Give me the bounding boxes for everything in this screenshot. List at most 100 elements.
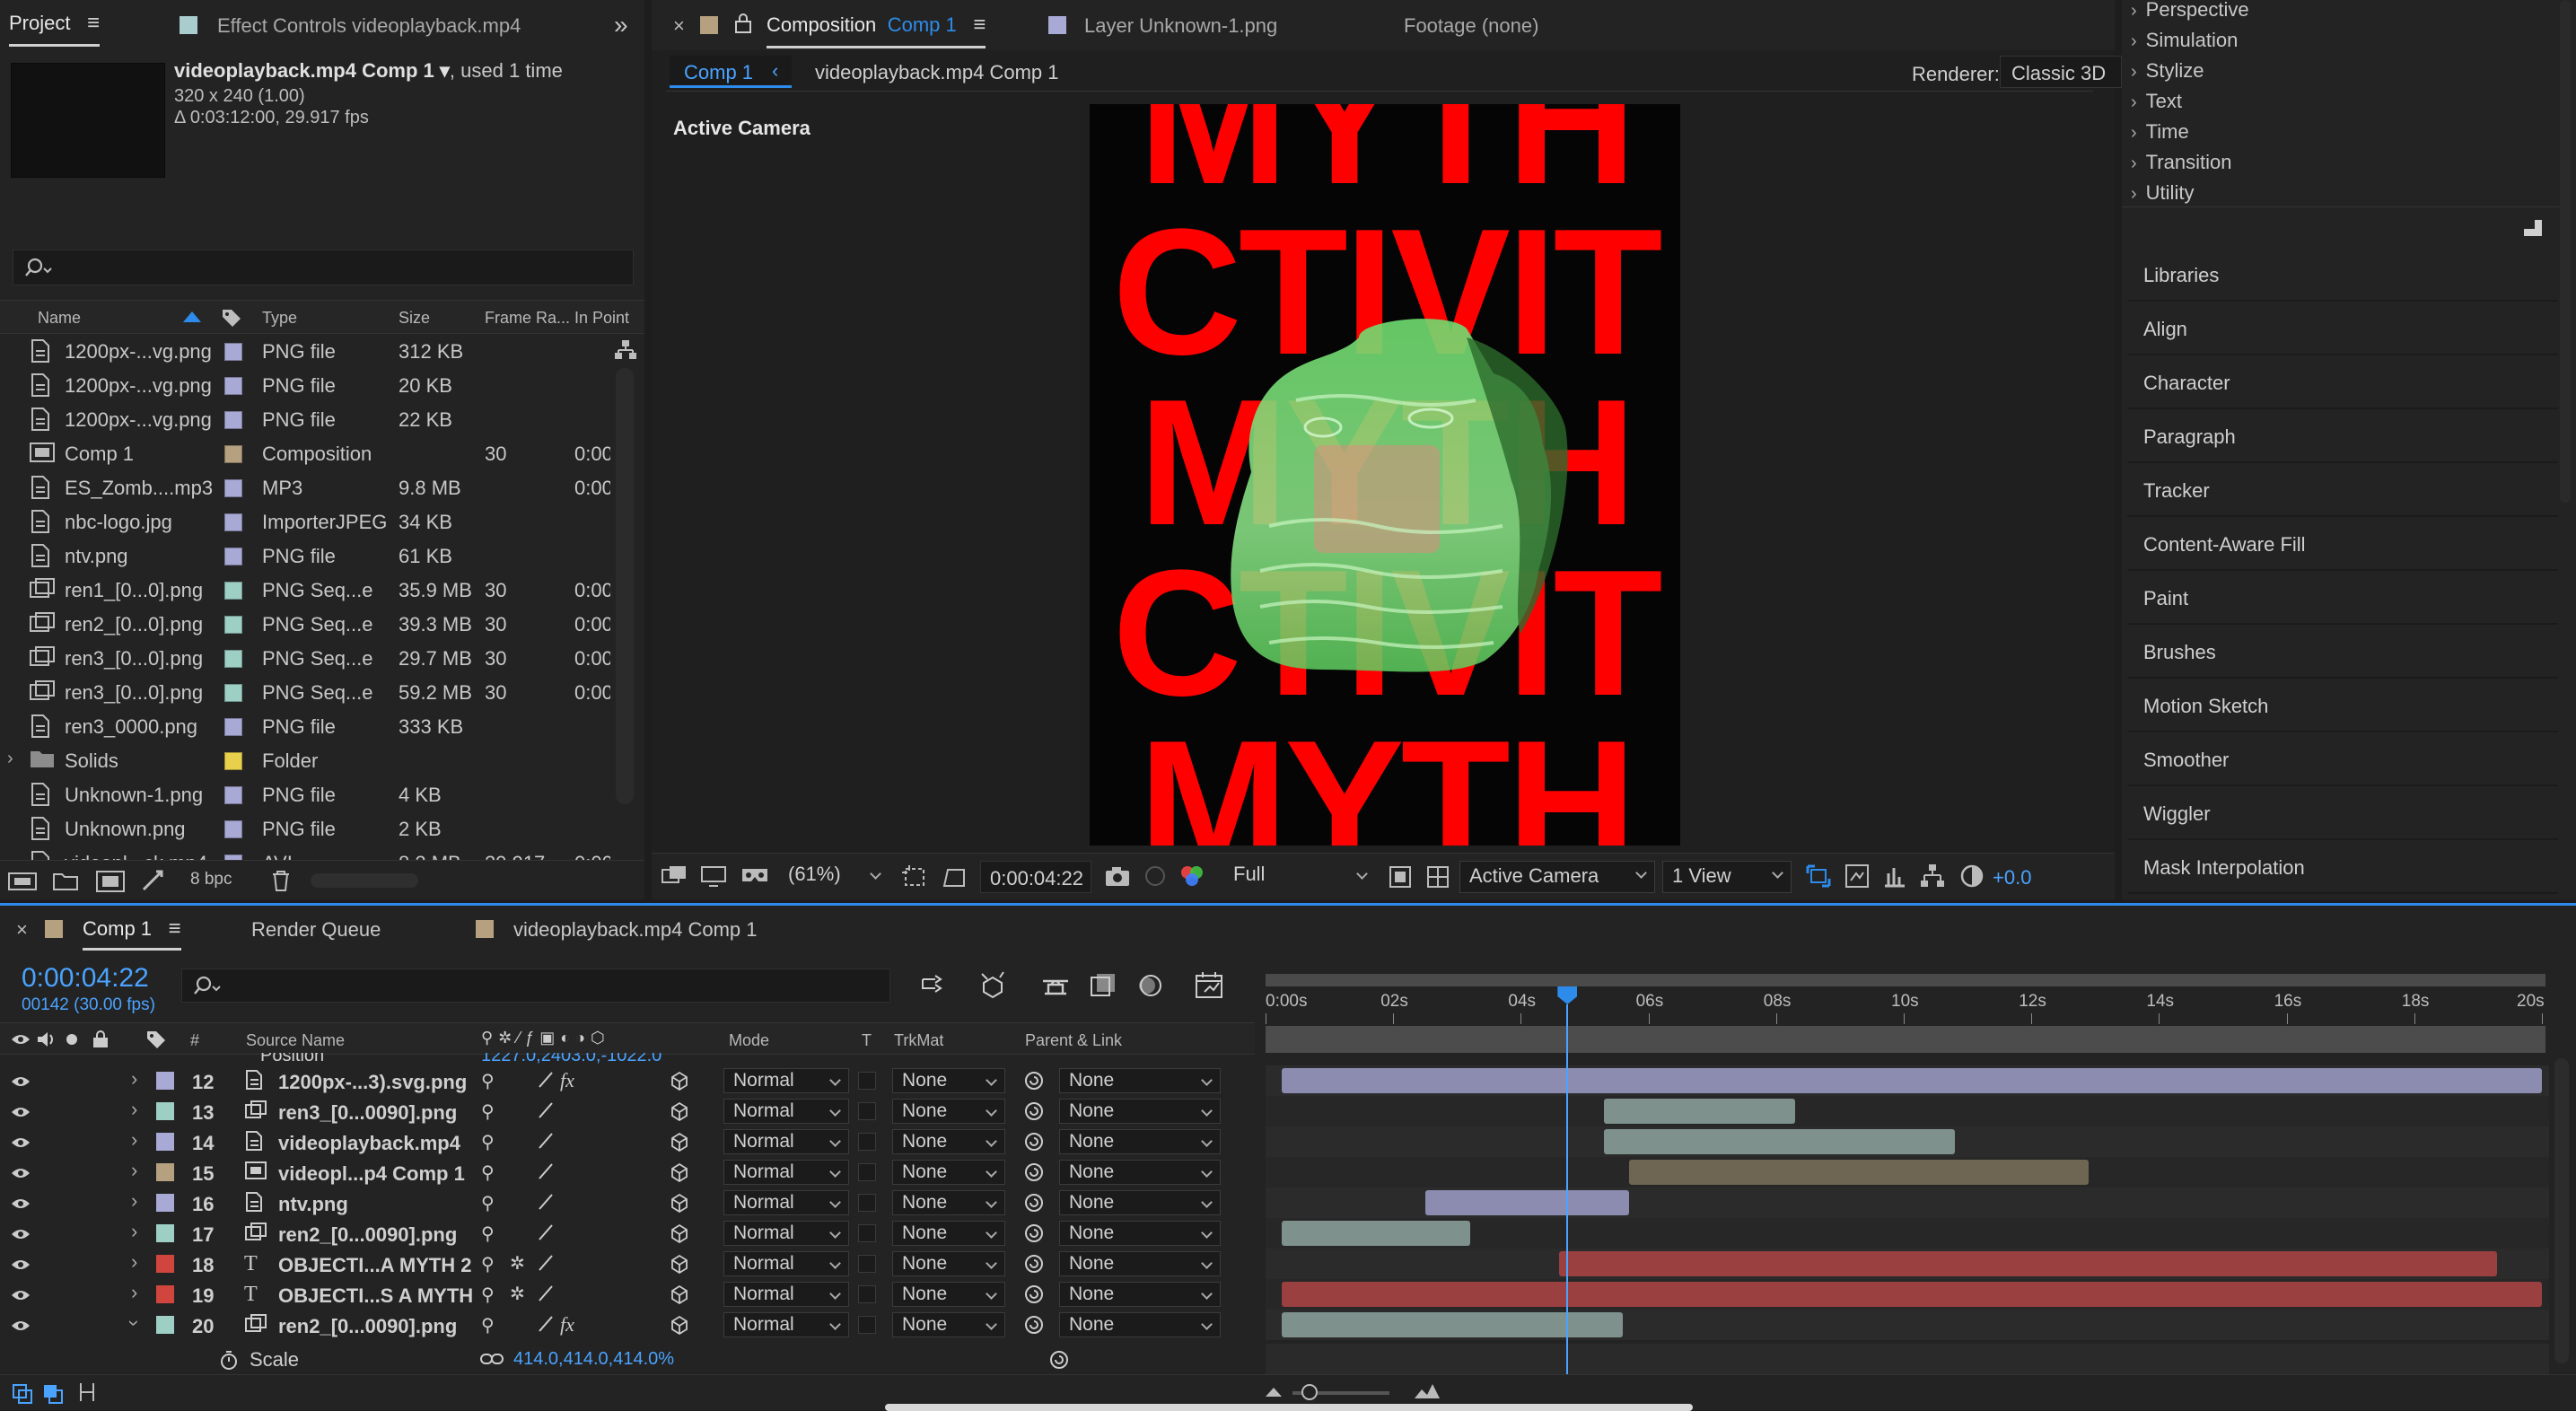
panel-tracker[interactable]: Tracker bbox=[2127, 467, 2558, 517]
timeline-current-time[interactable]: 0:00:04:22 bbox=[22, 963, 149, 994]
renderer-button[interactable]: Classic 3D bbox=[2000, 56, 2122, 88]
panel-libraries[interactable]: Libraries bbox=[2127, 251, 2558, 302]
label-swatch[interactable] bbox=[224, 445, 242, 463]
timeline-horizontal-scrollbar[interactable] bbox=[885, 1404, 1693, 1411]
label-swatch[interactable] bbox=[224, 650, 242, 668]
tab-menu-icon[interactable]: ≡ bbox=[169, 916, 181, 941]
close-icon[interactable]: × bbox=[673, 14, 685, 38]
track-area[interactable] bbox=[0, 1065, 2576, 1371]
timeline-tab-comp-2[interactable]: videoplayback.mp4 Comp 1 bbox=[513, 918, 757, 942]
position-property-value[interactable]: 1227.0,2403.0,-1022.0 bbox=[481, 1053, 662, 1065]
project-scrollbar[interactable] bbox=[616, 368, 634, 804]
effects-category[interactable]: › Time bbox=[2131, 120, 2189, 149]
zoom-dropdown[interactable]: (61%) bbox=[781, 863, 889, 891]
fast-previews-icon[interactable] bbox=[1388, 864, 1413, 890]
project-item[interactable]: ren3_[0...0].png PNG Seq...e 29.7 MB 30 0:00 bbox=[0, 641, 610, 675]
project-item[interactable]: ren2_[0...0].png PNG Seq...e 39.3 MB 30 0:00 bbox=[0, 607, 610, 641]
layer-duration-bar[interactable] bbox=[1559, 1251, 2498, 1276]
project-item[interactable]: ren1_[0...0].png PNG Seq...e 35.9 MB 30 0:00 bbox=[0, 573, 610, 607]
transparency-grid-icon[interactable] bbox=[941, 864, 968, 890]
in-out-toggle-icon[interactable] bbox=[75, 1380, 99, 1404]
label-swatch[interactable] bbox=[224, 820, 242, 838]
project-item[interactable]: Unknown-1.png PNG file 4 KB bbox=[0, 777, 610, 811]
tab-menu-icon[interactable]: ≡ bbox=[973, 13, 986, 37]
camera-view-dropdown[interactable]: Active Camera bbox=[1459, 861, 1655, 893]
effects-category[interactable]: › Simulation bbox=[2131, 29, 2238, 57]
panel-smoother[interactable]: Smoother bbox=[2127, 736, 2558, 786]
draft-3d-icon[interactable] bbox=[978, 970, 1011, 999]
snapshot-camera-icon[interactable] bbox=[1104, 864, 1131, 888]
new-composition-icon[interactable] bbox=[95, 868, 126, 893]
adjust-project-settings-icon[interactable] bbox=[140, 868, 167, 893]
composition-viewer[interactable]: MYTHCTIVITMYTHCTIVITMYTH bbox=[1090, 104, 1680, 846]
chevron-right-icon[interactable]: » bbox=[614, 11, 628, 39]
project-item[interactable]: nbc-logo.jpg ImporterJPEG 34 KB bbox=[0, 504, 610, 539]
breadcrumb-next[interactable]: videoplayback.mp4 Comp 1 bbox=[815, 61, 1058, 84]
label-swatch[interactable] bbox=[224, 786, 242, 804]
tab-menu-icon[interactable]: ≡ bbox=[87, 11, 100, 35]
transfer-controls-toggle-icon[interactable] bbox=[41, 1382, 65, 1404]
label-swatch[interactable] bbox=[224, 479, 242, 497]
toggle-transparency-grid-icon[interactable] bbox=[1425, 864, 1450, 890]
lock-icon[interactable] bbox=[92, 1030, 110, 1049]
always-preview-icon[interactable] bbox=[661, 864, 688, 888]
region-of-interest-icon[interactable] bbox=[901, 864, 928, 890]
extended-viewer-icon[interactable] bbox=[1881, 863, 1908, 890]
project-search-input[interactable] bbox=[13, 250, 634, 285]
exposure-value[interactable]: +0.0 bbox=[1993, 866, 2031, 890]
panel-paragraph[interactable]: Paragraph bbox=[2127, 413, 2558, 463]
layer-duration-bar[interactable] bbox=[1603, 1129, 1955, 1154]
tab-footage[interactable]: Footage (none) bbox=[1404, 14, 1538, 38]
project-item[interactable]: videopl...ck.mp4 AVI 8.2 MB 29.917 0:00 bbox=[0, 846, 610, 860]
solo-icon[interactable] bbox=[66, 1034, 77, 1045]
layer-switches-toggle-icon[interactable] bbox=[11, 1382, 34, 1404]
breadcrumb-comp-1[interactable]: Comp 1 ‹ bbox=[670, 56, 792, 88]
label-column-tag-icon[interactable] bbox=[221, 308, 242, 328]
close-icon[interactable]: × bbox=[16, 918, 28, 942]
project-item[interactable]: ren3_[0...0].png PNG Seq...e 59.2 MB 30 0:00 bbox=[0, 675, 610, 709]
sort-ascending-icon[interactable] bbox=[183, 311, 201, 322]
project-item[interactable]: 1200px-...vg.png PNG file 22 KB bbox=[0, 402, 610, 436]
panel-character[interactable]: Character bbox=[2127, 359, 2558, 409]
layer-duration-bar[interactable] bbox=[1281, 1221, 1470, 1246]
panel-content-aware-fill[interactable]: Content-Aware Fill bbox=[2127, 521, 2558, 571]
view-layout-dropdown[interactable]: 1 View bbox=[1662, 861, 1792, 893]
project-tab[interactable]: Project ≡ bbox=[9, 11, 100, 47]
project-item[interactable]: Unknown.png PNG file 2 KB bbox=[0, 811, 610, 846]
toggle-pixel-aspect-icon[interactable] bbox=[1804, 863, 1833, 890]
expand-chevron-icon[interactable]: › bbox=[7, 749, 13, 769]
timeline-search-input[interactable] bbox=[181, 968, 890, 1003]
column-name[interactable]: Name bbox=[38, 309, 81, 328]
column-frame-rate[interactable]: Frame Ra... bbox=[485, 309, 570, 328]
zoom-slider-handle[interactable] bbox=[1301, 1384, 1318, 1400]
project-item[interactable]: Comp 1 Composition 30 0:00 bbox=[0, 436, 610, 470]
project-item[interactable]: › Solids Folder bbox=[0, 743, 610, 777]
draft-3d-icon[interactable] bbox=[1844, 863, 1871, 890]
lock-icon[interactable] bbox=[734, 13, 752, 34]
timeline-tab-comp-1[interactable]: Comp 1 ≡ bbox=[83, 916, 181, 951]
timeline-vertical-scrollbar[interactable] bbox=[2554, 1058, 2569, 1363]
right-panel-scrollbar[interactable] bbox=[2560, 0, 2571, 503]
time-ruler[interactable]: 0:00s 02s 04s 06s 08s 10s 12s 14s 16s 18s 20s bbox=[1255, 965, 2549, 1055]
column-in-point[interactable]: In Point bbox=[574, 309, 629, 328]
rgb-channels-icon[interactable] bbox=[1178, 863, 1206, 890]
work-area-range[interactable] bbox=[1266, 1026, 2545, 1053]
label-swatch[interactable] bbox=[224, 684, 242, 702]
eye-icon[interactable] bbox=[11, 1032, 31, 1047]
label-swatch[interactable] bbox=[224, 582, 242, 600]
work-area-bar[interactable] bbox=[1266, 974, 2545, 986]
project-item[interactable]: 1200px-...vg.png PNG file 20 KB bbox=[0, 368, 610, 402]
delete-icon[interactable] bbox=[269, 868, 293, 893]
flowchart-icon[interactable] bbox=[614, 339, 637, 361]
effects-category[interactable]: › Stylize bbox=[2131, 59, 2204, 88]
interpret-footage-icon[interactable] bbox=[7, 870, 39, 891]
graph-editor-icon[interactable] bbox=[1194, 970, 1226, 999]
new-folder-icon[interactable] bbox=[52, 870, 79, 891]
panel-mask-interpolation[interactable]: Mask Interpolation bbox=[2127, 844, 2558, 894]
tab-composition[interactable]: Composition Comp 1 ≡ bbox=[767, 13, 986, 48]
panel-align[interactable]: Align bbox=[2127, 305, 2558, 355]
tab-render-queue[interactable]: Render Queue bbox=[251, 918, 381, 942]
flowchart-icon-viewer[interactable] bbox=[1919, 863, 1946, 890]
vr-goggles-icon[interactable] bbox=[740, 864, 770, 888]
project-item[interactable]: ntv.png PNG file 61 KB bbox=[0, 539, 610, 573]
